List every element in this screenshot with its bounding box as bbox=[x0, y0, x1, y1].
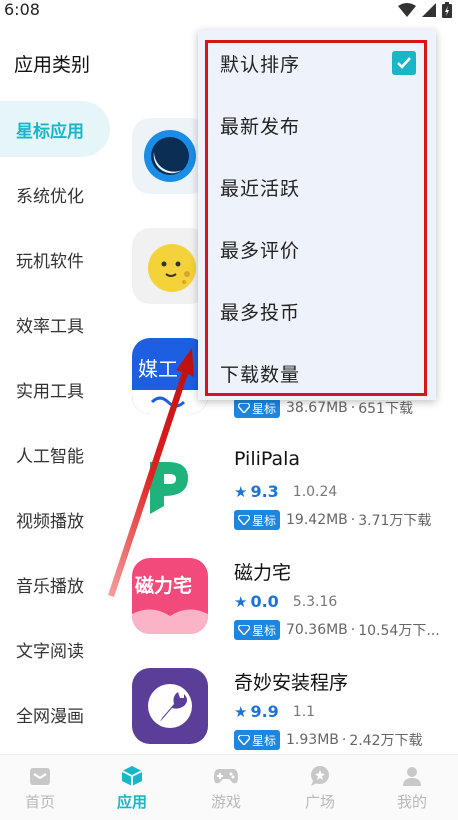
media-tool-icon-text: 媒工 bbox=[138, 357, 178, 381]
sidebar-item-label: 音乐播放 bbox=[16, 576, 84, 597]
sidebar-item-video[interactable]: 视频播放 bbox=[0, 491, 110, 547]
magnet-home-icon-text: 磁力宅 bbox=[135, 574, 192, 597]
sidebar-item-label: 实用工具 bbox=[16, 381, 84, 402]
sort-option-recently-active[interactable]: 最近活跃 bbox=[220, 167, 420, 207]
sidebar-item-label: 全网漫画 bbox=[16, 706, 84, 727]
sort-option-most-reviews[interactable]: 最多评价 bbox=[220, 229, 420, 269]
pilipala-icon bbox=[132, 448, 208, 524]
signal-icon bbox=[422, 3, 436, 17]
sort-option-downloads[interactable]: 下载数量 bbox=[220, 353, 420, 393]
home-icon bbox=[30, 768, 50, 785]
app-info-line: 星标 19.42MB · 3.71万下载 bbox=[234, 510, 431, 530]
app-name: PiliPala bbox=[234, 448, 301, 470]
sidebar-item-starred[interactable]: 星标应用 bbox=[0, 101, 110, 157]
sidebar-item-utilities[interactable]: 实用工具 bbox=[0, 361, 110, 417]
app-version: 1.0.24 bbox=[292, 483, 338, 500]
sidebar-item-tweaks[interactable]: 玩机软件 bbox=[0, 231, 110, 287]
app-downloads: 2.42万下载 bbox=[349, 733, 423, 749]
starred-badge: 星标 bbox=[234, 398, 281, 418]
sidebar-item-label: 效率工具 bbox=[16, 316, 84, 337]
cube-icon bbox=[121, 766, 143, 786]
app-info-line: 星标 1.93MB · 2.42万下载 bbox=[234, 730, 423, 750]
app-size: 1.93MB bbox=[286, 732, 339, 748]
sort-menu bbox=[198, 30, 436, 400]
starred-badge: 星标 bbox=[234, 620, 281, 640]
bottom-nav: 首页 应用 游戏 广场 我的 bbox=[0, 754, 458, 820]
app-rating: 0.0 bbox=[250, 592, 279, 611]
status-time: 6:08 bbox=[4, 0, 40, 19]
sort-option-default[interactable]: 默认排序 bbox=[220, 43, 420, 83]
app-size: 19.42MB bbox=[286, 512, 348, 528]
status-icons bbox=[398, 2, 452, 18]
nav-me[interactable]: 我的 bbox=[382, 765, 442, 812]
blue-ring-icon bbox=[132, 118, 208, 194]
starred-badge: 星标 bbox=[234, 510, 281, 530]
app-meta-line: ★ 9.9 1.1 bbox=[234, 702, 315, 721]
media-tool-icon: 媒工 bbox=[132, 338, 208, 414]
app-rating: 9.3 bbox=[250, 482, 279, 501]
app-row[interactable]: 磁力宅 磁力宅 ★ 0.0 5.3.16 星标 70.36MB · 10.54万下... bbox=[130, 558, 458, 658]
sidebar-item-system[interactable]: 系统优化 bbox=[0, 166, 110, 222]
sort-option-most-coins[interactable]: 最多投币 bbox=[220, 291, 420, 331]
wifi-icon bbox=[398, 3, 416, 17]
rating-star-icon: ★ bbox=[234, 482, 248, 501]
sidebar-item-label: 玩机软件 bbox=[16, 251, 84, 272]
magnet-home-icon: 磁力宅 bbox=[132, 558, 208, 634]
nav-label: 我的 bbox=[396, 793, 427, 811]
app-name: 奇妙安装程序 bbox=[234, 672, 349, 694]
page-title: 应用类别 bbox=[14, 54, 91, 76]
sidebar-item-ai[interactable]: 人工智能 bbox=[0, 426, 110, 482]
app-meta-line: ★ 0.0 5.3.16 bbox=[234, 592, 337, 611]
nav-apps[interactable]: 应用 bbox=[102, 765, 162, 812]
yellow-face-icon bbox=[132, 228, 208, 304]
status-bar: 6:08 bbox=[0, 0, 458, 24]
app-downloads: 651下载 bbox=[358, 401, 413, 417]
nav-home[interactable]: 首页 bbox=[10, 765, 70, 812]
app-name: 磁力宅 bbox=[234, 562, 292, 584]
user-icon bbox=[403, 767, 421, 786]
chat-star-icon bbox=[311, 766, 329, 786]
sidebar-item-reading[interactable]: 文字阅读 bbox=[0, 621, 110, 677]
sidebar-item-label: 系统优化 bbox=[16, 186, 84, 207]
sidebar-item-productivity[interactable]: 效率工具 bbox=[0, 296, 110, 352]
app-info-line: 星标 38.67MB · 651下载 bbox=[234, 398, 413, 418]
app-size: 38.67MB bbox=[286, 400, 348, 416]
rating-star-icon: ★ bbox=[234, 702, 248, 721]
gamepad-icon bbox=[214, 769, 238, 784]
app-size: 70.36MB bbox=[286, 622, 348, 638]
app-version: 5.3.16 bbox=[292, 593, 338, 610]
app-downloads: 3.71万下载 bbox=[358, 513, 432, 529]
app-version: 1.1 bbox=[292, 703, 316, 720]
nav-games[interactable]: 游戏 bbox=[196, 765, 256, 812]
rating-star-icon: ★ bbox=[234, 592, 248, 611]
starred-badge: 星标 bbox=[234, 730, 281, 750]
nav-label: 游戏 bbox=[210, 793, 241, 811]
sidebar-item-comics[interactable]: 全网漫画 bbox=[0, 686, 110, 742]
app-row[interactable]: 奇妙安装程序 ★ 9.9 1.1 星标 1.93MB · 2.42万下载 bbox=[130, 668, 458, 768]
sidebar-item-label: 人工智能 bbox=[16, 446, 84, 467]
app-downloads: 10.54万下... bbox=[358, 623, 440, 639]
app-info-line: 星标 70.36MB · 10.54万下... bbox=[234, 620, 440, 640]
nav-label: 首页 bbox=[24, 793, 55, 811]
app-meta-line: ★ 9.3 1.0.24 bbox=[234, 482, 337, 501]
wrench-icon bbox=[132, 668, 208, 744]
nav-label: 应用 bbox=[116, 793, 147, 811]
app-row[interactable]: PiliPala ★ 9.3 1.0.24 星标 19.42MB · 3.71万下载 bbox=[130, 448, 458, 548]
nav-label: 广场 bbox=[304, 793, 335, 811]
battery-icon bbox=[442, 2, 452, 18]
sidebar-item-label: 星标应用 bbox=[16, 121, 84, 142]
checkbox-checked-icon[interactable] bbox=[392, 51, 416, 75]
app-rating: 9.9 bbox=[250, 702, 279, 721]
nav-square[interactable]: 广场 bbox=[290, 765, 350, 812]
sort-option-newest[interactable]: 最新发布 bbox=[220, 105, 420, 145]
sidebar-item-label: 文字阅读 bbox=[16, 641, 84, 662]
sidebar-item-music[interactable]: 音乐播放 bbox=[0, 556, 110, 612]
sidebar-item-label: 视频播放 bbox=[16, 511, 84, 532]
